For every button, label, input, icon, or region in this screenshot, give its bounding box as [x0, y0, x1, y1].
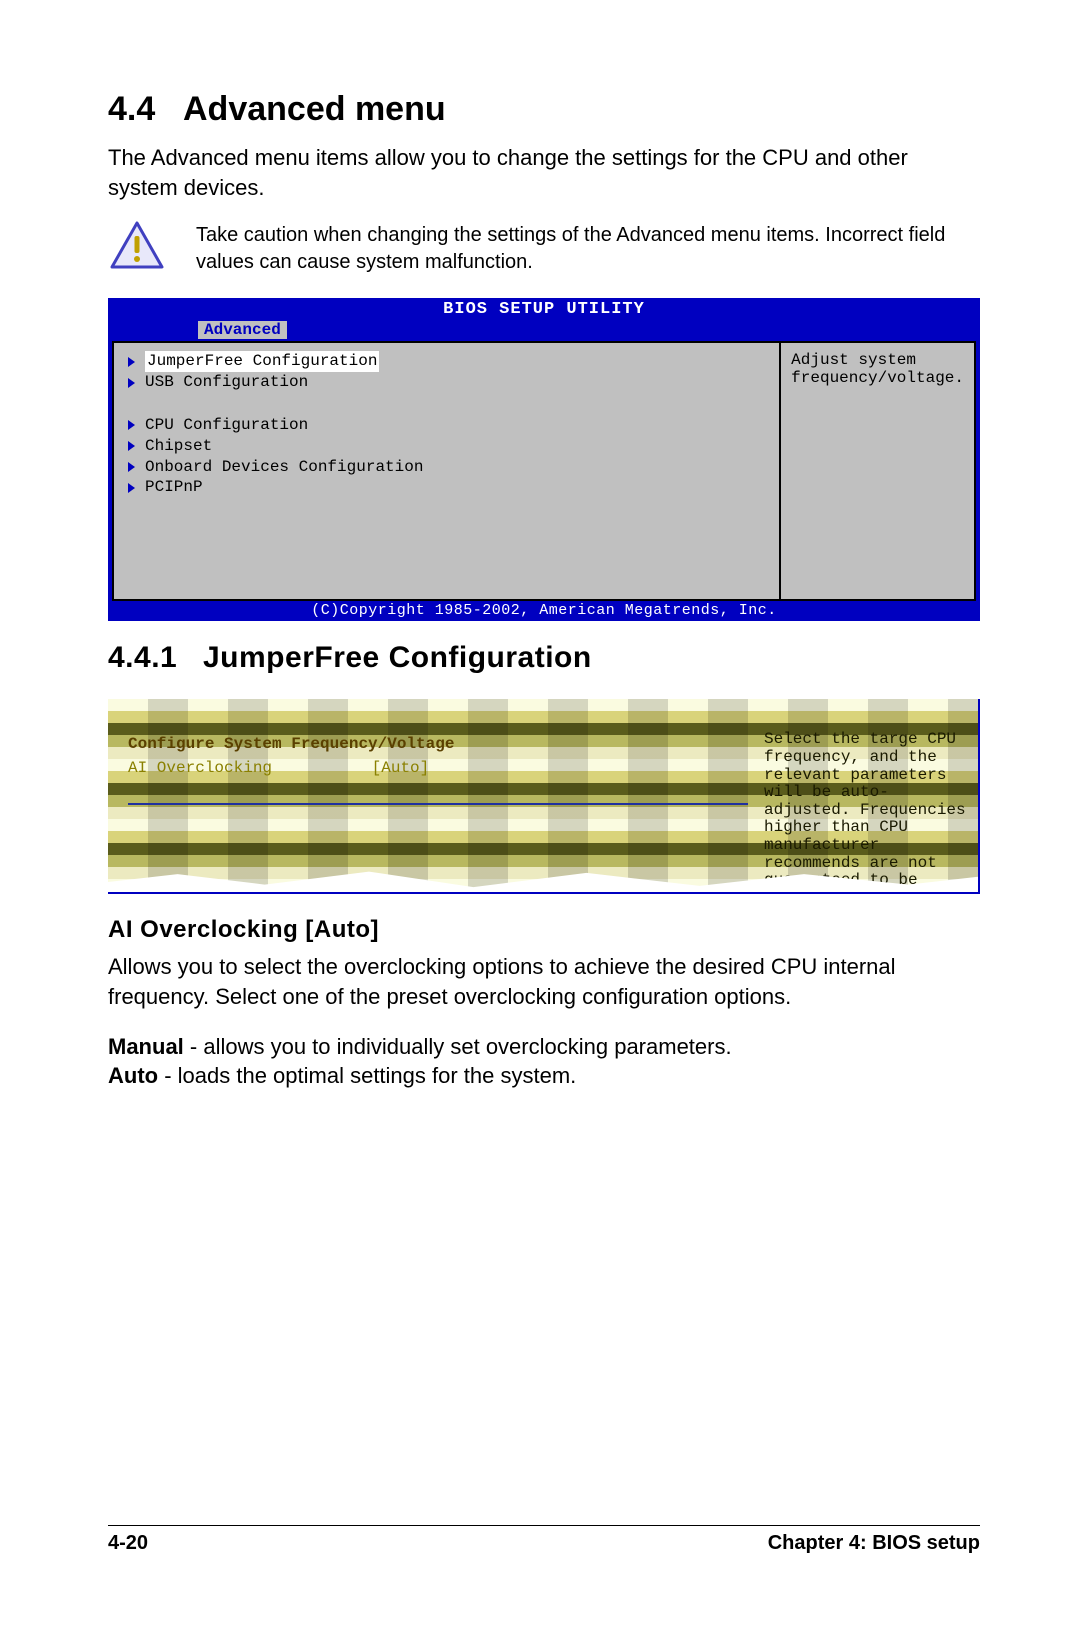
- option-text: - allows you to individually set overclo…: [184, 1034, 732, 1059]
- bios-menu-item: Chipset: [128, 436, 767, 457]
- bios-menu-item: JumperFree Configuration: [128, 351, 767, 372]
- bios-menu-label: PCIPnP: [145, 477, 203, 498]
- bios-copyright: (C)Copyright 1985-2002, American Megatre…: [108, 601, 980, 621]
- divider: [128, 803, 748, 805]
- bios-menu-list: JumperFree Configuration USB Configurati…: [112, 341, 779, 601]
- section-number: 4.4: [108, 90, 183, 129]
- warning-icon: [108, 220, 166, 270]
- subsection-heading: 4.4.1JumperFree Configuration: [108, 641, 980, 675]
- bios-help-text: Select the targe CPU frequency, and the …: [764, 731, 968, 894]
- bios-menu-item: USB Configuration: [128, 372, 767, 393]
- bios-setting-value: [Auto]: [372, 759, 430, 777]
- caution-text: Take caution when changing the settings …: [196, 220, 980, 276]
- submenu-arrow-icon: [128, 462, 135, 472]
- caution-callout: Take caution when changing the settings …: [108, 220, 980, 276]
- option-list: Manual - allows you to individually set …: [108, 1032, 980, 1091]
- bios-menu-label: Onboard Devices Configuration: [145, 457, 423, 478]
- bios-menu-item: CPU Configuration: [128, 415, 767, 436]
- submenu-arrow-icon: [128, 483, 135, 493]
- section-heading: 4.4Advanced menu: [108, 90, 980, 129]
- bios-jumperfree-left: Configure System Frequency/Voltage AI Ov…: [108, 699, 758, 892]
- bios-setting-label: AI Overclocking: [128, 759, 272, 777]
- bios-tabstrip: Advanced: [108, 319, 980, 341]
- setting-heading: AI Overclocking [Auto]: [108, 916, 980, 944]
- bios-menu-item: PCIPnP: [128, 477, 767, 498]
- bios-setting-row: AI Overclocking [Auto]: [128, 759, 748, 777]
- bios-help-pane: Adjust system frequency/voltage.: [779, 341, 976, 601]
- bios-section-heading: Configure System Frequency/Voltage: [128, 734, 748, 755]
- option-label: Auto: [108, 1063, 158, 1088]
- submenu-arrow-icon: [128, 378, 135, 388]
- option-manual: Manual - allows you to individually set …: [108, 1032, 980, 1062]
- submenu-arrow-icon: [128, 441, 135, 451]
- bios-jumperfree-help: Select the targe CPU frequency, and the …: [758, 699, 978, 892]
- bios-help-text: Adjust system frequency/voltage.: [791, 351, 964, 387]
- intro-paragraph: The Advanced menu items allow you to cha…: [108, 143, 980, 202]
- page-number: 4-20: [108, 1532, 148, 1555]
- section-title-text: Advanced menu: [183, 90, 446, 128]
- option-text: - loads the optimal settings for the sys…: [158, 1063, 576, 1088]
- bios-menu-label: USB Configuration: [145, 372, 308, 393]
- submenu-arrow-icon: [128, 357, 135, 367]
- chapter-label: Chapter 4: BIOS setup: [768, 1532, 980, 1555]
- bios-tab-advanced: Advanced: [198, 321, 287, 339]
- bios-title: BIOS SETUP UTILITY: [108, 298, 980, 319]
- setting-description: Allows you to select the overclocking op…: [108, 952, 980, 1011]
- submenu-arrow-icon: [128, 420, 135, 430]
- bios-menu-label: Chipset: [145, 436, 212, 457]
- bios-menu-item: Onboard Devices Configuration: [128, 457, 767, 478]
- bios-screenshot-advanced: BIOS SETUP UTILITY Advanced JumperFree C…: [108, 298, 980, 621]
- bios-menu-label: CPU Configuration: [145, 415, 308, 436]
- option-label: Manual: [108, 1034, 184, 1059]
- option-auto: Auto - loads the optimal settings for th…: [108, 1061, 980, 1091]
- bios-screenshot-jumperfree: Configure System Frequency/Voltage AI Ov…: [108, 699, 980, 894]
- bios-menu-label: JumperFree Configuration: [145, 351, 379, 372]
- page-footer: 4-20 Chapter 4: BIOS setup: [108, 1525, 980, 1555]
- subsection-title-text: JumperFree Configuration: [203, 641, 592, 674]
- subsection-number: 4.4.1: [108, 641, 203, 675]
